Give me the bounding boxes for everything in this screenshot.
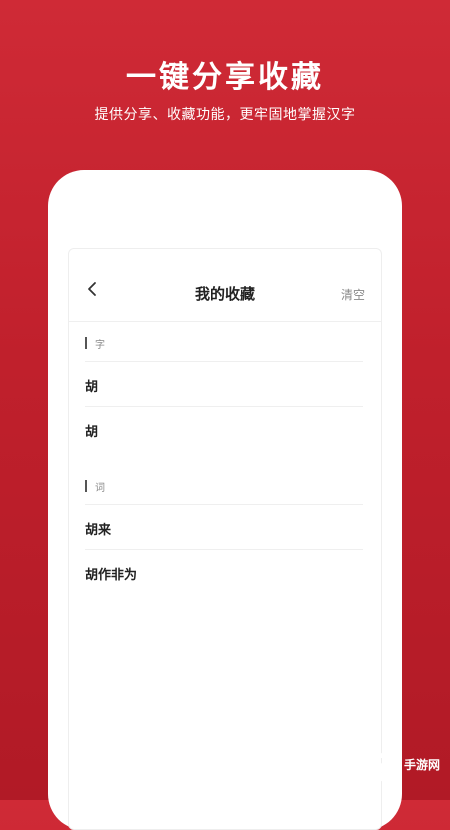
clear-button[interactable]: 清空 bbox=[341, 286, 365, 303]
app-screen: 我的收藏 清空 字 胡 胡 词 胡来 胡作非为 bbox=[68, 248, 382, 830]
phone-mockup: 我的收藏 清空 字 胡 胡 词 胡来 胡作非为 bbox=[48, 170, 402, 830]
page-title: 我的收藏 bbox=[194, 285, 255, 303]
section-label: 字 bbox=[95, 340, 105, 351]
watermark-suffix: 手游网 bbox=[404, 758, 441, 772]
list-item-text: 胡 bbox=[85, 380, 99, 395]
section-label: 词 bbox=[95, 483, 105, 494]
hero-title: 一键分享收藏 bbox=[126, 60, 324, 95]
list-item[interactable]: 胡 bbox=[85, 361, 363, 406]
section-header-characters: 字 bbox=[85, 335, 365, 353]
section-marker bbox=[85, 480, 87, 492]
site-watermark: 2265 手游网 bbox=[298, 744, 448, 792]
watermark-digits: 2265 bbox=[298, 744, 388, 791]
list-item[interactable]: 胡 bbox=[85, 406, 363, 451]
list-item-text: 胡 bbox=[85, 425, 99, 440]
section-header-words: 词 bbox=[85, 478, 365, 496]
list-item[interactable]: 胡作非为 bbox=[85, 549, 363, 594]
list-item-text: 胡作非为 bbox=[85, 568, 138, 583]
navbar: 我的收藏 清空 bbox=[69, 249, 381, 322]
section-marker bbox=[85, 337, 87, 349]
hero-subtitle: 提供分享、收藏功能，更牢固地掌握汉字 bbox=[94, 107, 356, 123]
list-item[interactable]: 胡来 bbox=[85, 504, 363, 549]
list-item-text: 胡来 bbox=[85, 523, 112, 538]
